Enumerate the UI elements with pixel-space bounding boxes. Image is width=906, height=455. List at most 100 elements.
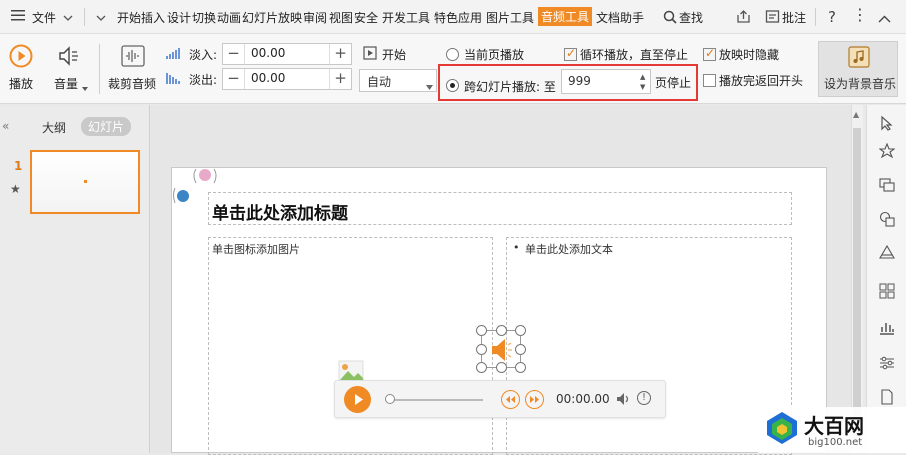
rewind-label[interactable]: 播放完返回开头	[719, 72, 803, 89]
resize-handle[interactable]	[515, 362, 526, 373]
title-placeholder[interactable]: 单击此处添加标题	[208, 192, 792, 225]
volume-button-label[interactable]: 音量	[54, 75, 78, 92]
fade-out-value[interactable]: 00.00	[251, 71, 285, 85]
more-icon[interactable]: ⋮	[852, 5, 868, 24]
audio-object[interactable]	[476, 325, 526, 373]
fade-out-stepper[interactable]: − 00.00 +	[222, 68, 352, 90]
search-label[interactable]: 查找	[679, 9, 703, 26]
document-icon[interactable]	[879, 389, 895, 408]
tab-start[interactable]: 开始	[117, 9, 141, 26]
hamburger-icon[interactable]	[11, 9, 25, 21]
volume-icon[interactable]	[57, 44, 81, 71]
loop-label[interactable]: 循环播放，直至停止	[580, 46, 688, 63]
cross-slide-value[interactable]: 999	[568, 74, 591, 88]
collapse-ribbon-icon[interactable]	[878, 12, 891, 26]
loop-checkbox[interactable]	[564, 46, 577, 61]
settings-sliders-icon[interactable]	[879, 355, 895, 374]
chevron-down-icon[interactable]	[63, 11, 73, 25]
right-sidebar	[866, 105, 906, 453]
bg-music-button[interactable]: 设为背景音乐	[818, 41, 898, 97]
fade-in-stepper[interactable]: − 00.00 +	[222, 43, 352, 65]
spin-up-icon[interactable]: ▲	[640, 73, 645, 81]
select-tool-icon[interactable]	[879, 115, 895, 134]
file-menu[interactable]: 文件	[32, 9, 56, 26]
text-placeholder-text: 单击此处添加文本	[525, 243, 613, 256]
tab-design[interactable]: 设计	[167, 9, 191, 26]
play-icon[interactable]	[9, 44, 33, 71]
trim-audio-label[interactable]: 裁剪音频	[108, 75, 156, 92]
scroll-up-icon[interactable]: ▲	[853, 110, 859, 119]
cross-slide-input[interactable]: 999 ▲ ▼	[561, 69, 651, 94]
picture-placeholder-text: 单击图标添加图片	[212, 243, 300, 256]
title-placeholder-text: 单击此处添加标题	[212, 204, 348, 224]
fade-in-decrement[interactable]: −	[223, 44, 245, 64]
fade-in-value[interactable]: 00.00	[251, 46, 285, 60]
grid-layout-icon[interactable]	[879, 283, 895, 302]
resize-handle[interactable]	[496, 325, 507, 336]
text-placeholder[interactable]: • 单击此处添加文本	[506, 237, 792, 455]
tab-insert[interactable]: 插入	[141, 9, 165, 26]
tab-outline[interactable]: 大纲	[42, 119, 66, 136]
tab-review[interactable]: 审阅	[303, 9, 327, 26]
tab-animation[interactable]: 动画	[217, 9, 241, 26]
progress-track[interactable]	[387, 399, 483, 401]
format-icon[interactable]	[879, 244, 895, 264]
tab-audio-tools[interactable]: 音频工具	[538, 7, 593, 26]
start-label: 开始	[382, 48, 407, 62]
hide-checkbox[interactable]	[703, 46, 716, 61]
fade-out-increment[interactable]: +	[329, 69, 351, 89]
tab-features[interactable]: 特色应用	[434, 9, 482, 26]
audio-player: 00:00.00 !	[334, 380, 666, 418]
effects-icon[interactable]	[878, 142, 896, 162]
trim-audio-icon[interactable]	[120, 43, 146, 72]
tab-slideshow[interactable]: 幻灯片放映	[242, 9, 302, 26]
hide-label[interactable]: 放映时隐藏	[719, 46, 779, 63]
fade-out-decrement[interactable]: −	[223, 69, 245, 89]
rewind-button-icon[interactable]	[501, 390, 520, 409]
scroll-thumb[interactable]	[853, 128, 861, 443]
resize-handle[interactable]	[476, 325, 487, 336]
volume-dropdown-icon[interactable]	[82, 80, 88, 94]
chart-icon[interactable]	[879, 319, 895, 338]
forward-button-icon[interactable]	[525, 390, 544, 409]
player-volume-icon[interactable]	[615, 391, 631, 410]
left-panel: « 大纲 幻灯片 1 ★	[0, 105, 150, 453]
tab-view[interactable]: 视图	[329, 9, 353, 26]
current-page-radio[interactable]	[446, 48, 459, 61]
slide-thumbnail[interactable]	[30, 150, 140, 214]
picture-placeholder[interactable]: 单击图标添加图片	[208, 237, 493, 455]
player-play-button[interactable]	[344, 386, 371, 413]
tab-security[interactable]: 安全	[354, 9, 378, 26]
resize-handle[interactable]	[515, 344, 526, 355]
collapse-panel-icon[interactable]: «	[2, 119, 9, 133]
tab-slides[interactable]: 幻灯片	[81, 117, 132, 136]
share-icon[interactable]	[736, 9, 751, 27]
tab-doc-assistant[interactable]: 文档助手	[596, 9, 644, 26]
play-button-label[interactable]: 播放	[9, 75, 33, 92]
tab-picture-tools[interactable]: 图片工具	[486, 9, 534, 26]
cross-slide-radio[interactable]	[446, 79, 459, 92]
fade-out-label: 淡出:	[189, 73, 218, 87]
quick-access-chevron-icon[interactable]	[96, 12, 106, 26]
search-icon[interactable]	[663, 10, 677, 27]
tab-transition[interactable]: 切换	[192, 9, 216, 26]
resize-handle[interactable]	[476, 344, 487, 355]
tab-developer[interactable]: 开发工具	[382, 9, 430, 26]
spin-down-icon[interactable]: ▼	[640, 83, 645, 91]
transition-icon[interactable]	[879, 177, 895, 196]
start-select[interactable]: 自动	[359, 69, 437, 92]
comment-icon[interactable]	[765, 9, 780, 27]
resize-handle[interactable]	[515, 325, 526, 336]
resize-handle[interactable]	[496, 362, 507, 373]
player-info-icon[interactable]: !	[637, 391, 651, 405]
current-page-label[interactable]: 当前页播放	[464, 46, 524, 63]
comment-label[interactable]: 批注	[782, 9, 806, 26]
resize-handle[interactable]	[476, 362, 487, 373]
fade-in-increment[interactable]: +	[329, 44, 351, 64]
progress-handle[interactable]	[385, 394, 395, 404]
cross-slide-label[interactable]: 跨幻灯片播放: 至	[464, 78, 556, 95]
shape-icon[interactable]	[879, 211, 895, 230]
start-icon	[363, 46, 377, 63]
rewind-checkbox[interactable]	[703, 74, 716, 87]
help-icon[interactable]: ?	[828, 8, 836, 26]
